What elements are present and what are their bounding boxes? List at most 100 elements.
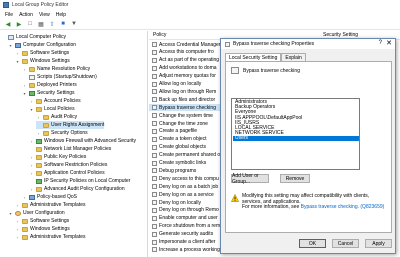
policy-icon bbox=[152, 97, 157, 103]
policy-icon bbox=[152, 121, 157, 126]
tree-item-label: Advanced Audit Policy Configuration bbox=[44, 186, 125, 192]
tree-item[interactable]: › Security Options bbox=[36, 129, 88, 137]
menu-file[interactable]: File bbox=[5, 12, 13, 18]
expand-icon[interactable]: › bbox=[22, 67, 27, 72]
collapse-icon[interactable]: ▾ bbox=[15, 59, 20, 64]
tree-item[interactable]: › Name Resolution Policy bbox=[22, 65, 90, 73]
ok-button[interactable]: OK bbox=[299, 239, 326, 248]
menu-help[interactable]: Help bbox=[56, 12, 66, 18]
collapse-icon[interactable]: ▾ bbox=[8, 43, 13, 48]
help-icon[interactable]: ■ bbox=[59, 20, 67, 28]
expand-icon[interactable]: › bbox=[15, 235, 20, 240]
policy-icon bbox=[152, 247, 157, 253]
expand-icon[interactable]: › bbox=[29, 171, 34, 176]
tree-item[interactable]: › Audit Policy bbox=[36, 113, 77, 121]
tree-item[interactable]: IP Security Policies on Local Computer bbox=[29, 177, 130, 185]
tree-item-label: Local Computer Policy bbox=[16, 34, 67, 40]
back-arrow-icon[interactable]: ◀ bbox=[4, 20, 12, 28]
tree-item[interactable]: Network List Manager Policies bbox=[29, 145, 111, 153]
menu-action[interactable]: Action bbox=[19, 12, 33, 18]
tree-item[interactable]: › Application Control Policies bbox=[29, 169, 105, 177]
properties-icon[interactable]: ▦ bbox=[37, 20, 45, 28]
tree-item-label: Software Settings bbox=[30, 218, 70, 224]
policy-row-label: Increase a process working bbox=[159, 246, 220, 253]
policy-icon bbox=[152, 89, 157, 95]
tab-explain[interactable]: Explain bbox=[281, 53, 306, 61]
tree-item[interactable]: › Software Restriction Policies bbox=[29, 161, 108, 169]
collapse-icon[interactable]: ▾ bbox=[8, 211, 13, 216]
tree-item[interactable]: › Account Policies bbox=[29, 97, 81, 105]
filter-icon[interactable]: ▼ bbox=[70, 20, 78, 28]
add-user-button[interactable]: Add User or Group... bbox=[231, 173, 269, 185]
tree-item[interactable]: › Software Settings bbox=[15, 217, 69, 225]
tree-item[interactable]: › Public Key Policies bbox=[29, 153, 86, 161]
help-button[interactable]: ? bbox=[379, 40, 382, 46]
remove-button[interactable]: Remove bbox=[280, 174, 310, 183]
policy-row-label: Deny log on through Remo bbox=[159, 207, 219, 214]
tree-item[interactable]: ▾ Local Policies bbox=[29, 105, 74, 113]
cancel-button[interactable]: Cancel bbox=[332, 239, 359, 248]
notice-link[interactable]: Bypass traverse checking. (Q823659) bbox=[301, 204, 385, 210]
user-group-item[interactable]: Users bbox=[233, 136, 359, 142]
tree-item[interactable]: Local Computer Policy bbox=[1, 33, 66, 41]
expand-icon[interactable]: › bbox=[36, 115, 41, 120]
policy-row-label: Create symbolic links bbox=[159, 160, 207, 166]
apply-button[interactable]: Apply bbox=[365, 239, 392, 248]
policy-icon bbox=[152, 128, 157, 134]
expand-icon[interactable]: › bbox=[15, 219, 20, 224]
folder-icon bbox=[22, 226, 28, 232]
expand-icon[interactable]: › bbox=[29, 155, 34, 160]
expand-icon[interactable]: › bbox=[22, 83, 27, 88]
tree-item[interactable]: ▾ Security Settings bbox=[22, 89, 74, 97]
folder-icon bbox=[29, 82, 35, 88]
tree-item[interactable]: ▾ User Configuration bbox=[8, 209, 64, 217]
policy-row-label: Deny access to this compu bbox=[159, 175, 219, 182]
tree-item-label: Name Resolution Policy bbox=[37, 66, 91, 72]
menu-view[interactable]: View bbox=[39, 12, 50, 18]
expand-icon[interactable]: › bbox=[15, 51, 20, 56]
folder-icon bbox=[36, 162, 42, 168]
tree-item[interactable]: › Software Settings bbox=[15, 49, 69, 57]
expand-icon[interactable]: › bbox=[29, 139, 34, 144]
tree-item[interactable]: › Advanced Audit Policy Configuration bbox=[29, 185, 125, 193]
computer-icon bbox=[29, 194, 35, 200]
close-button[interactable]: ✕ bbox=[386, 39, 392, 47]
export-icon[interactable]: ⇧ bbox=[48, 20, 56, 28]
tree-item[interactable]: ▾ Computer Configuration bbox=[8, 41, 76, 49]
policy-icon bbox=[152, 57, 157, 63]
expand-icon[interactable]: › bbox=[29, 163, 34, 168]
expand-icon[interactable]: › bbox=[15, 203, 20, 208]
tree-item[interactable]: ▾ Windows Settings bbox=[15, 57, 69, 65]
forward-arrow-icon[interactable]: ▶ bbox=[15, 20, 23, 28]
tree-item[interactable]: Scripts (Startup/Shutdown) bbox=[22, 73, 97, 81]
tree-item[interactable]: › Windows Firewall with Advanced Security bbox=[29, 137, 136, 145]
user-group-list[interactable]: Administrators Backup Operators Everyone II… bbox=[231, 98, 360, 170]
title-bar: Local Group Policy Editor bbox=[0, 0, 400, 10]
folder-icon bbox=[43, 122, 49, 128]
collapse-icon[interactable]: ▾ bbox=[29, 107, 34, 112]
tab-local-security-setting[interactable]: Local Security Setting bbox=[225, 53, 282, 61]
policy-icon bbox=[152, 223, 157, 229]
user-icon bbox=[15, 210, 21, 216]
expand-icon[interactable]: › bbox=[29, 187, 34, 192]
tree-item-label: User Rights Assignment bbox=[51, 122, 105, 128]
expand-icon[interactable]: › bbox=[15, 227, 20, 232]
expand-icon[interactable]: › bbox=[29, 99, 34, 104]
tree-item[interactable]: › Administrative Templates bbox=[15, 233, 86, 241]
tree-item[interactable]: › Administrative Templates bbox=[15, 201, 86, 209]
window-title: Local Group Policy Editor bbox=[12, 2, 69, 8]
collapse-icon[interactable]: ▾ bbox=[22, 91, 27, 96]
dialog-tabs: Local Security Setting Explain bbox=[225, 53, 306, 61]
up-folder-icon[interactable]: □ bbox=[26, 20, 34, 28]
policy-icon bbox=[152, 144, 157, 150]
folder-icon bbox=[43, 130, 49, 136]
tree-item[interactable]: User Rights Assignment bbox=[36, 121, 105, 129]
properties-dialog: Bypass traverse checking Properties ? ✕ … bbox=[220, 38, 396, 254]
expand-icon[interactable]: › bbox=[22, 195, 27, 200]
tree-item[interactable]: › Windows Settings bbox=[15, 225, 70, 233]
expand-icon[interactable]: › bbox=[36, 131, 41, 136]
tree-item[interactable]: › Deployed Printers bbox=[22, 81, 77, 89]
policy-row-label: Create global objects bbox=[159, 144, 206, 151]
tree-item-label: Windows Firewall with Advanced Security bbox=[44, 138, 136, 144]
tree-item[interactable]: › Policy-based QoS bbox=[22, 193, 77, 201]
